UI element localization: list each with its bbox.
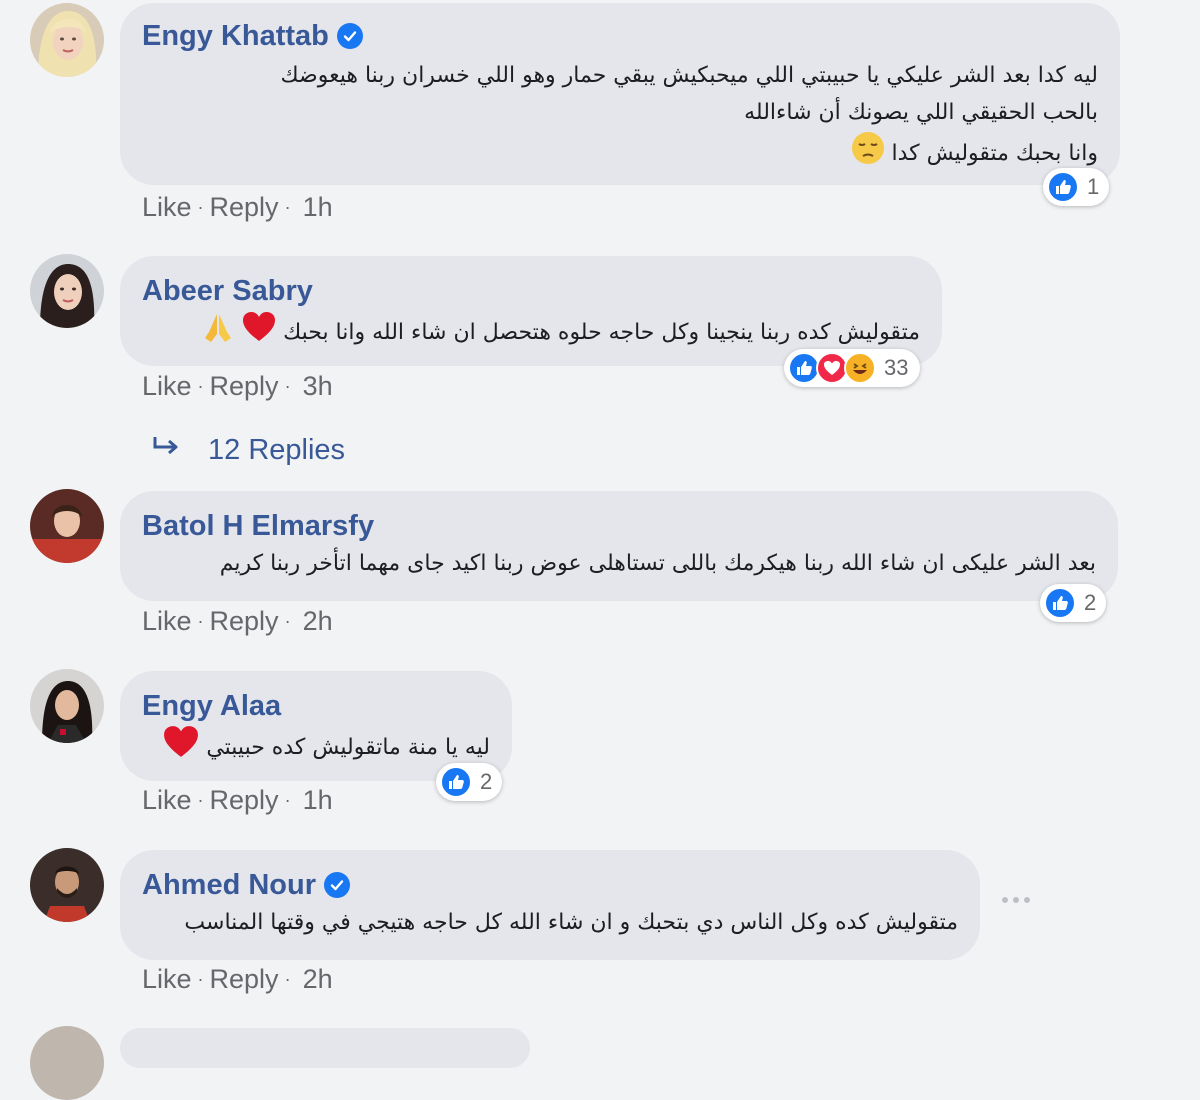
comment-actions: Like · Reply · 3h xyxy=(142,369,333,403)
author-name-text[interactable]: Ahmed Nour xyxy=(142,868,316,902)
like-icon xyxy=(440,766,472,798)
like-button[interactable]: Like xyxy=(142,371,192,402)
view-replies-link[interactable]: 12 Replies xyxy=(152,434,345,467)
reply-button[interactable]: Reply xyxy=(210,964,279,995)
comment-text: متقوليش كده وكل الناس دي بتحبك و ان شاء … xyxy=(142,904,958,941)
reaction-summary[interactable]: 1 xyxy=(1043,168,1110,206)
comment-line: وانا بحبك متقوليش كدا xyxy=(142,131,1098,177)
separator: · xyxy=(284,968,291,989)
reaction-summary[interactable]: 2 xyxy=(1040,584,1107,622)
comment-text: ليه كدا بعد الشر عليكي يا حبيبتي اللي مي… xyxy=(142,57,1098,177)
separator: · xyxy=(197,968,204,989)
avatar[interactable] xyxy=(30,848,104,922)
like-button[interactable]: Like xyxy=(142,192,192,223)
reaction-count: 2 xyxy=(1084,590,1097,615)
comment-bubble xyxy=(120,1028,530,1068)
comment-line-text: متقوليش كده ربنا ينجينا وكل حاجه حلوه هت… xyxy=(283,320,920,345)
avatar[interactable] xyxy=(30,254,104,328)
separator: · xyxy=(284,789,291,810)
haha-icon xyxy=(844,352,876,384)
comment-line: متقوليش كده وكل الناس دي بتحبك و ان شاء … xyxy=(184,910,958,935)
author-name[interactable]: Batol H Elmarsfy xyxy=(142,509,1096,543)
author-name[interactable]: Engy Khattab xyxy=(142,19,1098,53)
avatar[interactable] xyxy=(30,669,104,743)
comment-text: ليه يا منة ماتقوليش كده حبيبتي xyxy=(142,725,490,771)
comment-text: بعد الشر عليكى ان شاء الله ربنا هيكرمك ب… xyxy=(142,545,1096,582)
separator: · xyxy=(197,610,204,631)
comment-actions: Like · Reply · 2h xyxy=(142,604,333,638)
reaction-count: 1 xyxy=(1087,174,1100,199)
view-replies-label[interactable]: 12 Replies xyxy=(208,434,345,467)
comment-actions: Like · Reply · 1h xyxy=(142,190,333,224)
folded-hands-icon xyxy=(201,310,235,356)
separator: · xyxy=(284,196,291,217)
dot xyxy=(1002,897,1008,903)
like-icon xyxy=(1047,171,1079,203)
comment-bubble: Batol H Elmarsfy بعد الشر عليكى ان شاء ا… xyxy=(120,491,1118,601)
reaction-count: 2 xyxy=(480,769,493,794)
like-button[interactable]: Like xyxy=(142,785,192,816)
verified-badge-icon xyxy=(336,23,363,49)
separator: · xyxy=(197,375,204,396)
more-options-icon[interactable] xyxy=(1002,897,1030,903)
reaction-summary[interactable]: 33 xyxy=(784,349,921,387)
verified-badge-icon xyxy=(324,872,350,898)
comment-line: بعد الشر عليكى ان شاء الله ربنا هيكرمك ب… xyxy=(219,551,1096,576)
avatar[interactable] xyxy=(30,489,104,563)
timestamp[interactable]: 1h xyxy=(303,785,333,816)
separator: · xyxy=(197,789,204,810)
comment-line: ليه كدا بعد الشر عليكي يا حبيبتي اللي مي… xyxy=(280,63,1098,88)
timestamp[interactable]: 2h xyxy=(303,964,333,995)
author-name-text[interactable]: Abeer Sabry xyxy=(142,274,313,308)
author-name-text[interactable]: Batol H Elmarsfy xyxy=(142,509,374,543)
reply-button[interactable]: Reply xyxy=(210,192,279,223)
reply-button[interactable]: Reply xyxy=(210,785,279,816)
separator: · xyxy=(284,610,291,631)
dot xyxy=(1013,897,1019,903)
like-button[interactable]: Like xyxy=(142,606,192,637)
timestamp[interactable]: 1h xyxy=(303,192,333,223)
timestamp[interactable]: 3h xyxy=(303,371,333,402)
comment-line: ليه يا منة ماتقوليش كده حبيبتي xyxy=(142,725,490,771)
comment-line-text: وانا بحبك متقوليش كدا xyxy=(891,141,1099,166)
separator: · xyxy=(197,196,204,217)
timestamp[interactable]: 2h xyxy=(303,606,333,637)
avatar[interactable] xyxy=(30,1026,104,1100)
author-name[interactable]: Ahmed Nour xyxy=(142,868,958,902)
comment-bubble: Ahmed Nour متقوليش كده وكل الناس دي بتحب… xyxy=(120,850,980,960)
comment-line: بالحب الحقيقي اللي يصونك أن شاءالله xyxy=(744,100,1098,125)
reply-arrow-icon xyxy=(152,434,182,467)
author-name-text[interactable]: Engy Alaa xyxy=(142,689,281,723)
comment-line-text: ليه يا منة ماتقوليش كده حبيبتي xyxy=(206,735,490,760)
red-heart-icon xyxy=(242,311,276,355)
like-button[interactable]: Like xyxy=(142,964,192,995)
author-name[interactable]: Engy Alaa xyxy=(142,689,490,723)
reply-button[interactable]: Reply xyxy=(210,606,279,637)
comment-bubble: Engy Khattab ليه كدا بعد الشر عليكي يا ح… xyxy=(120,3,1120,185)
author-name[interactable]: Abeer Sabry xyxy=(142,274,920,308)
comment-actions: Like · Reply · 2h xyxy=(142,962,333,996)
reply-button[interactable]: Reply xyxy=(210,371,279,402)
dot xyxy=(1024,897,1030,903)
reaction-count: 33 xyxy=(884,355,909,380)
comment-actions: Like · Reply · 1h xyxy=(142,783,333,817)
reaction-summary[interactable]: 2 xyxy=(436,763,503,801)
avatar[interactable] xyxy=(30,3,104,77)
like-icon xyxy=(1044,587,1076,619)
separator: · xyxy=(284,375,291,396)
pensive-face-icon xyxy=(851,131,885,177)
author-name-text[interactable]: Engy Khattab xyxy=(142,19,329,53)
red-heart-icon xyxy=(163,725,199,771)
